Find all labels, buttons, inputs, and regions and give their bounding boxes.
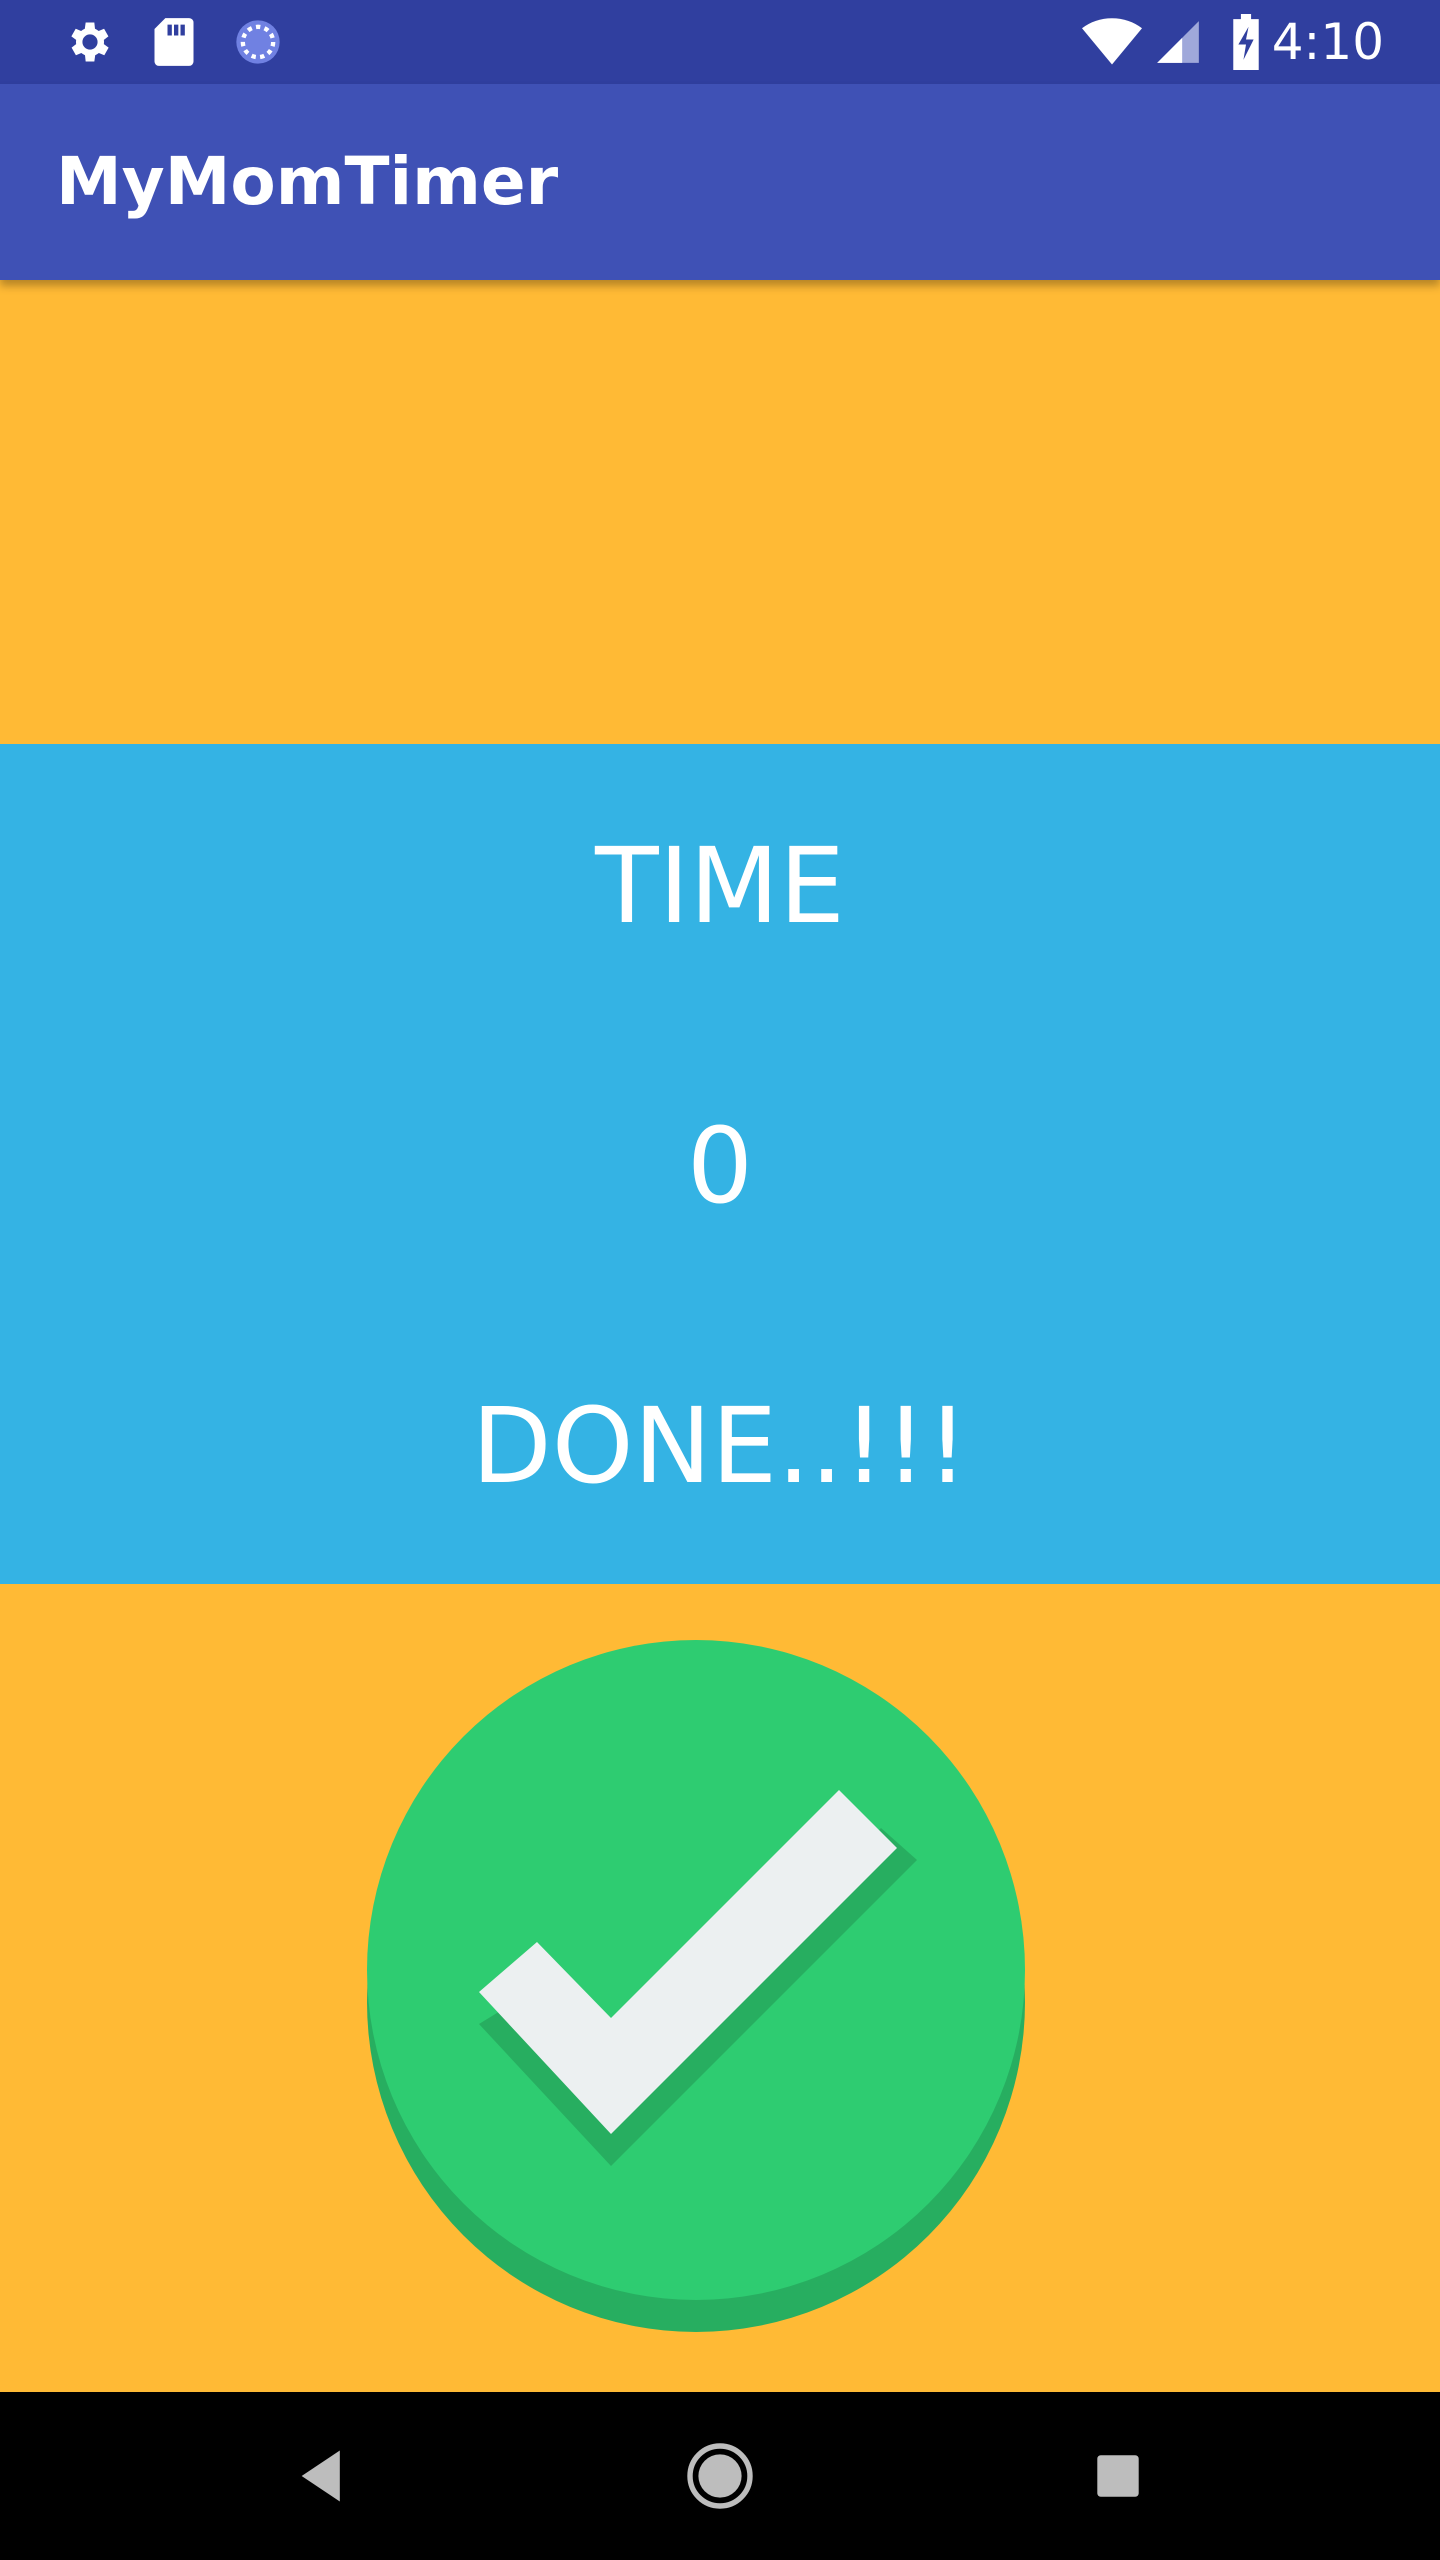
navigation-bar bbox=[0, 2392, 1440, 2560]
bottom-panel bbox=[0, 1584, 1440, 2392]
timer-status: DONE..!!! bbox=[471, 1385, 969, 1507]
app-title: MyMomTimer bbox=[56, 143, 559, 220]
status-bar: 4:10 bbox=[0, 0, 1440, 84]
recents-icon[interactable] bbox=[1078, 2436, 1158, 2516]
timer-panel: TIME 0 DONE..!!! bbox=[0, 744, 1440, 1584]
done-check-icon[interactable] bbox=[367, 1640, 1025, 2332]
home-icon[interactable] bbox=[680, 2436, 760, 2516]
wifi-icon bbox=[1080, 14, 1144, 70]
battery-charging-icon bbox=[1218, 14, 1274, 70]
timer-label: TIME bbox=[595, 825, 845, 947]
settings-icon bbox=[62, 14, 118, 70]
top-panel bbox=[0, 280, 1440, 744]
back-icon[interactable] bbox=[282, 2436, 362, 2516]
sync-icon bbox=[230, 14, 286, 70]
status-clock: 4:10 bbox=[1271, 13, 1384, 71]
sd-card-icon bbox=[146, 14, 202, 70]
app-bar: MyMomTimer bbox=[0, 84, 1440, 280]
cell-signal-icon bbox=[1150, 14, 1206, 70]
timer-value: 0 bbox=[686, 1105, 754, 1227]
